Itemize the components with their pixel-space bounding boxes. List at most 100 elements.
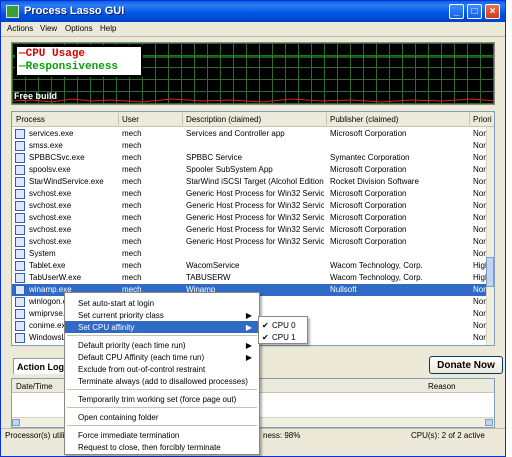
process-name: svchost.exe — [29, 213, 72, 222]
process-publisher: Rocket Division Software — [330, 177, 419, 186]
table-row[interactable]: svchost.exe mech Generic Host Process for … — [12, 224, 493, 236]
process-publisher: Wacom Technology, Corp. — [330, 261, 423, 270]
col-priority[interactable]: Priori — [473, 115, 492, 124]
tab-action-log[interactable]: Action Log — [13, 358, 69, 374]
free-build-label: Free build — [14, 91, 58, 101]
close-button[interactable]: × — [485, 4, 500, 19]
table-row[interactable]: svchost.exe mech Generic Host Process for … — [12, 200, 493, 212]
menu-item[interactable]: Temporarily trim working set (force page… — [65, 393, 259, 405]
menu-view[interactable]: View — [40, 24, 57, 33]
process-icon — [15, 297, 25, 307]
process-description: Spooler SubSystem App — [186, 165, 273, 174]
menu-item[interactable]: Terminate always (add to disallowed proc… — [65, 375, 259, 387]
menu-item[interactable]: Set auto-start at login — [65, 297, 259, 309]
submenu-item-label: CPU 1 — [272, 333, 296, 342]
table-row[interactable]: svchost.exe mech Generic Host Process for … — [12, 188, 493, 200]
table-row[interactable]: services.exe mech Services and Controller … — [12, 128, 493, 140]
status-responsiveness: ness: 98% — [263, 431, 301, 440]
title-bar[interactable]: Process Lasso GUI _ □ × — [1, 1, 505, 22]
menu-item-label: Force immediate termination — [78, 431, 180, 440]
process-description: Generic Host Process for Win32 Services — [186, 225, 324, 234]
col-description[interactable]: Description (claimed) — [186, 115, 261, 124]
col-user[interactable]: User — [122, 115, 139, 124]
process-publisher: Microsoft Corporation — [330, 201, 407, 210]
col-reason[interactable]: Reason — [428, 382, 456, 391]
menu-item[interactable]: Default CPU Affinity (each time run) ▶ — [65, 351, 259, 363]
menu-item[interactable]: Open containing folder — [65, 411, 259, 423]
process-icon — [15, 237, 25, 247]
menu-item[interactable]: Set CPU affinity ▶ — [65, 321, 259, 333]
table-row[interactable]: SPBBCSvc.exe mech SPBBC Service Symantec Co… — [12, 152, 493, 164]
process-description: StarWind iSCSI Target (Alcohol Edition) — [186, 177, 324, 186]
cpu-affinity-submenu: ✔ CPU 0 ✔ CPU 1 — [258, 316, 308, 344]
donate-button[interactable]: Donate Now — [429, 356, 503, 374]
menu-separator — [67, 335, 257, 336]
col-publisher[interactable]: Publisher (claimed) — [330, 115, 398, 124]
submenu-item-cpu[interactable]: ✔ CPU 0 — [259, 319, 307, 331]
table-row[interactable]: Tablet.exe mech WacomService Wacom Technolo… — [12, 260, 489, 272]
process-publisher: Microsoft Corporation — [330, 165, 407, 174]
process-user: mech — [122, 249, 142, 258]
process-description: Generic Host Process for Win32 Services — [186, 213, 324, 222]
scrollbar-thumb[interactable] — [486, 257, 494, 287]
process-name: svchost.exe — [29, 189, 72, 198]
legend-responsiveness: —Responsiveness — [19, 61, 119, 73]
menu-item[interactable]: Set current priority class ▶ — [65, 309, 259, 321]
menu-separator — [67, 389, 257, 390]
menu-separator — [67, 425, 257, 426]
menu-item-label: Request to close, then forcibly terminat… — [78, 443, 221, 452]
process-description: Generic Host Process for Win32 Services — [186, 237, 324, 246]
table-row[interactable]: System mech Norm — [12, 248, 493, 260]
process-icon — [15, 201, 25, 211]
process-user: mech — [122, 261, 142, 270]
process-name: System — [29, 249, 56, 258]
menu-actions[interactable]: Actions — [7, 24, 33, 33]
process-user: mech — [122, 189, 142, 198]
menu-item[interactable]: Default priority (each time run) ▶ — [65, 339, 259, 351]
process-user: mech — [122, 225, 142, 234]
menu-item-label: Exclude from out-of-control restraint — [78, 365, 206, 374]
process-name: SPBBCSvc.exe — [29, 153, 85, 162]
menu-options[interactable]: Options — [65, 24, 93, 33]
process-icon — [15, 321, 25, 331]
process-publisher: Microsoft Corporation — [330, 213, 407, 222]
process-name: StarWindService.exe — [29, 177, 104, 186]
col-date-time[interactable]: Date/Time — [16, 382, 53, 391]
table-row[interactable]: spoolsv.exe mech Spooler SubSystem App Micr… — [12, 164, 493, 176]
menu-help[interactable]: Help — [100, 24, 116, 33]
table-row[interactable]: StarWindService.exe mech StarWind iSCSI Ta… — [12, 176, 493, 188]
submenu-item-cpu[interactable]: ✔ CPU 1 — [259, 331, 307, 343]
chevron-right-icon: ▶ — [245, 311, 252, 320]
status-cpus: CPU(s): 2 of 2 active — [411, 431, 485, 440]
process-user: mech — [122, 201, 142, 210]
table-row[interactable]: smss.exe mech Norm — [12, 140, 493, 152]
process-icon — [15, 165, 25, 175]
process-description: SPBBC Service — [186, 153, 243, 162]
process-user: mech — [122, 129, 142, 138]
process-icon — [15, 261, 25, 271]
process-user: mech — [122, 273, 142, 282]
menu-item[interactable]: Force immediate termination — [65, 429, 259, 441]
chevron-right-icon: ▶ — [245, 323, 252, 332]
menu-item[interactable]: Exclude from out-of-control restraint — [65, 363, 259, 375]
maximize-button[interactable]: □ — [467, 4, 482, 19]
process-icon — [15, 129, 25, 139]
checkmark-icon: ✔ — [262, 333, 269, 342]
graph-legend: —CPU Usage —Responsiveness — [15, 45, 143, 77]
menu-item-label: Default CPU Affinity (each time run) — [78, 353, 205, 362]
table-row[interactable]: svchost.exe mech Generic Host Process for … — [12, 212, 493, 224]
col-process[interactable]: Process — [16, 115, 45, 124]
process-publisher: Microsoft Corporation — [330, 237, 407, 246]
menu-item-label: Default priority (each time run) — [78, 341, 186, 350]
menu-item[interactable]: Request to close, then forcibly terminat… — [65, 441, 259, 453]
process-name: TabUserW.exe — [29, 273, 82, 282]
process-name: Tablet.exe — [29, 261, 66, 270]
menu-separator — [67, 407, 257, 408]
table-row[interactable]: svchost.exe mech Generic Host Process for … — [12, 236, 493, 248]
table-row[interactable]: TabUserW.exe mech TABUSERW Wacom Technology… — [12, 272, 489, 284]
app-icon — [6, 5, 19, 18]
minimize-button[interactable]: _ — [449, 4, 464, 19]
status-processor: Processor(s) utiliz — [5, 431, 69, 440]
process-icon — [15, 273, 25, 283]
process-list-scrollbar[interactable] — [486, 127, 494, 345]
